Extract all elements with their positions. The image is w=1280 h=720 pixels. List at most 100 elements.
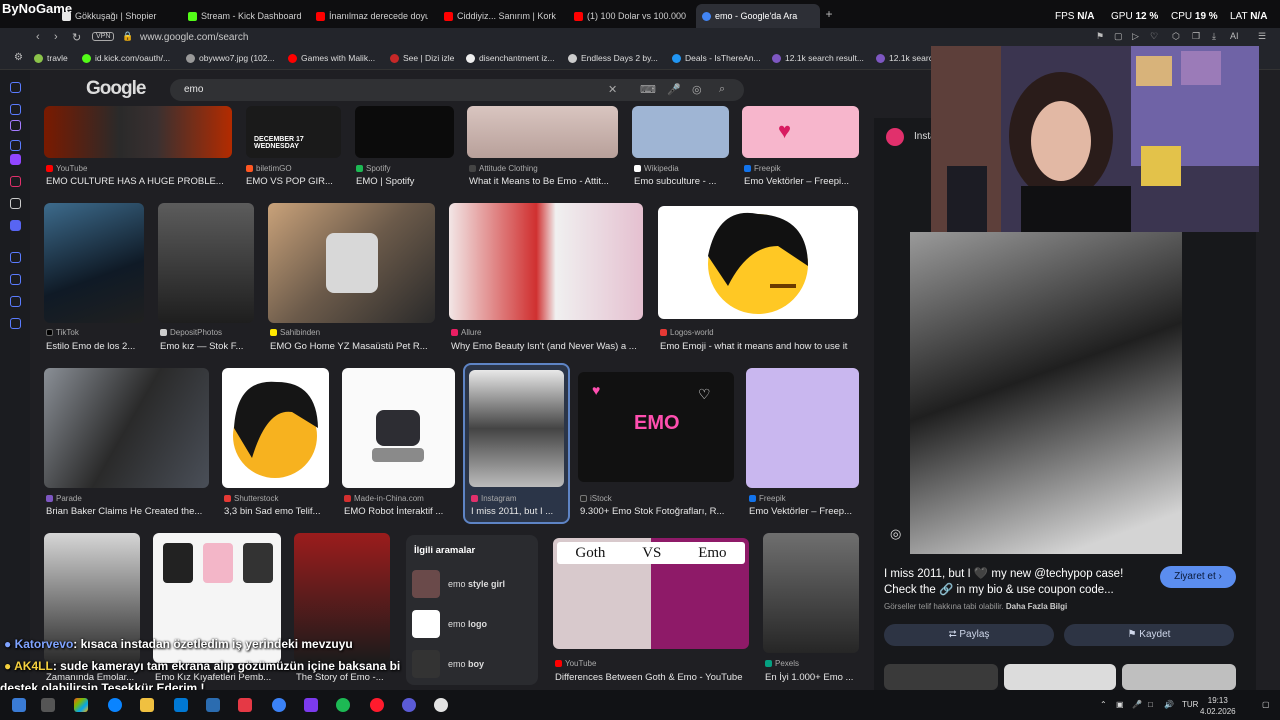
- result-image[interactable]: [746, 368, 859, 488]
- app-icon[interactable]: [304, 698, 318, 712]
- tray-chevron-icon[interactable]: ⌃: [1100, 700, 1107, 709]
- result-image[interactable]: [469, 370, 564, 487]
- download-icon[interactable]: ⤓: [1212, 31, 1216, 42]
- result-caption[interactable]: Emo Emoji - what it means and how to use…: [660, 341, 860, 352]
- result-image[interactable]: [44, 203, 144, 323]
- visit-button[interactable]: Ziyaret et ›: [1160, 566, 1236, 588]
- tab-youtube-2[interactable]: Ciddiyiz... Sanırım | Korku: [444, 6, 556, 26]
- menu-icon[interactable]: ☰: [1258, 31, 1266, 42]
- heart-icon[interactable]: ♡: [1150, 31, 1158, 42]
- related-image[interactable]: [1004, 664, 1116, 690]
- sidebar-play-icon[interactable]: [10, 274, 21, 285]
- result-image[interactable]: [342, 368, 455, 488]
- related-item[interactable]: emo style girl: [412, 569, 532, 599]
- related-item[interactable]: emo boy: [412, 649, 532, 679]
- sidebar-notes-icon[interactable]: [10, 140, 21, 151]
- result-image[interactable]: [268, 203, 435, 323]
- result-image[interactable]: DECEMBER 17 WEDNESDAY: [246, 106, 341, 158]
- discord-icon[interactable]: [10, 220, 21, 231]
- tray-volume-icon[interactable]: 🔊: [1164, 700, 1174, 709]
- url-field[interactable]: www.google.com/search: [140, 32, 248, 43]
- result-image[interactable]: [658, 206, 858, 319]
- tray-mic-icon[interactable]: 🎤: [1132, 700, 1142, 709]
- clear-icon[interactable]: ✕: [608, 83, 617, 96]
- tab-kick-dashboard[interactable]: Stream - Kick Dashboard: [188, 6, 306, 26]
- app-icon[interactable]: [272, 698, 286, 712]
- result-image[interactable]: ♥: [742, 106, 859, 158]
- forward-icon[interactable]: ›: [54, 31, 58, 43]
- bookmark-icon[interactable]: ⚑: [1096, 31, 1104, 42]
- result-caption[interactable]: I miss 2011, but I ...: [471, 506, 563, 517]
- copy-icon[interactable]: ❐: [1192, 31, 1200, 42]
- result-caption[interactable]: 3,3 bin Sad emo Telif...: [224, 506, 330, 517]
- result-caption[interactable]: Differences Between Goth & Emo - YouTube: [555, 672, 751, 683]
- file-explorer-icon[interactable]: [140, 698, 154, 712]
- related-image[interactable]: [1122, 664, 1236, 690]
- result-image[interactable]: Goth VS Emo: [553, 538, 749, 649]
- x-icon[interactable]: [10, 198, 21, 209]
- result-image[interactable]: [763, 533, 859, 653]
- task-view-icon[interactable]: [41, 698, 55, 712]
- bookmark-deals[interactable]: Deals - IsThereAn...: [672, 53, 761, 63]
- result-caption[interactable]: En İyi 1.000+ Emo ...: [765, 672, 859, 683]
- result-image[interactable]: [355, 106, 454, 158]
- bookmark-endless-days[interactable]: Endless Days 2 by...: [568, 53, 658, 63]
- google-logo[interactable]: Google: [86, 78, 146, 100]
- bookmark-image[interactable]: obywwo7.jpg (102...: [186, 53, 275, 63]
- screenshot-icon[interactable]: ▢: [1114, 31, 1123, 42]
- bookmark-disenchantment[interactable]: disenchantment iz...: [466, 53, 555, 63]
- store-icon[interactable]: [174, 698, 188, 712]
- result-image[interactable]: [158, 203, 254, 323]
- tab-google-search[interactable]: emo - Google'da Ara: [696, 4, 820, 28]
- result-caption[interactable]: EMO CULTURE HAS A HUGE PROBLE...: [46, 176, 230, 187]
- back-icon[interactable]: ‹: [36, 31, 40, 43]
- app-icon[interactable]: [206, 698, 220, 712]
- lens-icon[interactable]: ◎: [692, 83, 702, 96]
- result-image[interactable]: [44, 106, 232, 158]
- preview-title[interactable]: I miss 2011, but I 🖤 my new @techypop ca…: [884, 566, 1148, 598]
- sidebar-clock-icon[interactable]: [10, 252, 21, 263]
- sidebar-messenger-icon[interactable]: [10, 104, 21, 115]
- bookmark-kick-oauth[interactable]: id.kick.com/oauth/...: [82, 53, 170, 63]
- keyboard-icon[interactable]: ⌨: [640, 83, 656, 96]
- start-icon[interactable]: [12, 698, 26, 712]
- result-image[interactable]: EMO ♥ ♡: [578, 372, 734, 482]
- result-caption[interactable]: Brian Baker Claims He Created the...: [46, 506, 210, 517]
- result-caption[interactable]: What it Means to Be Emo - Attit...: [469, 176, 617, 187]
- sidebar-whatsapp-icon[interactable]: [10, 120, 21, 131]
- spotify-icon[interactable]: [336, 698, 350, 712]
- result-caption[interactable]: Why Emo Beauty Isn't (and Never Was) a .…: [451, 341, 643, 352]
- result-caption[interactable]: Emo Vektörler – Freepi...: [744, 176, 858, 187]
- result-caption[interactable]: Emo Vektörler – Freep...: [749, 506, 859, 517]
- sidebar-box-icon[interactable]: [10, 296, 21, 307]
- result-caption[interactable]: Emo subculture - ...: [634, 176, 728, 187]
- bookmark-travle[interactable]: travle: [34, 53, 68, 63]
- ai-icon[interactable]: AI: [1230, 31, 1239, 41]
- sidebar-settings-icon[interactable]: [10, 318, 21, 329]
- sidebar-home-icon[interactable]: [10, 82, 21, 93]
- settings-icon[interactable]: ⚙: [14, 52, 23, 63]
- tab-youtube-1[interactable]: İnanılmaz derecede doyur: [316, 6, 428, 26]
- taskbar-clock[interactable]: 19:13 4.02.2026: [1200, 695, 1236, 717]
- save-button[interactable]: ⚑ Kaydet: [1064, 624, 1234, 646]
- result-caption[interactable]: EMO Go Home YZ Masaüstü Pet R...: [270, 341, 436, 352]
- bookmark-dizi[interactable]: See | Dizi izle: [390, 53, 454, 63]
- result-caption[interactable]: The Story of Emo -...: [296, 672, 390, 683]
- result-caption[interactable]: 9.300+ Emo Stok Fotoğrafları, R...: [580, 506, 734, 517]
- result-caption[interactable]: Estilo Emo de los 2...: [46, 341, 144, 352]
- mic-icon[interactable]: 🎤: [667, 83, 681, 96]
- search-box[interactable]: emo ✕ ⌨ 🎤 ◎ ⌕: [170, 79, 744, 101]
- play-icon[interactable]: ▷: [1132, 31, 1139, 42]
- edge-icon[interactable]: [108, 698, 122, 712]
- vpn-badge[interactable]: VPN: [92, 32, 115, 41]
- instagram-icon[interactable]: [10, 176, 21, 187]
- bookmark-search-results-2[interactable]: 12.1k search: [876, 53, 938, 63]
- related-image[interactable]: [884, 664, 998, 690]
- result-image[interactable]: [632, 106, 729, 158]
- tray-wifi-icon[interactable]: □: [1148, 700, 1153, 709]
- share-button[interactable]: ⮂ Paylaş: [884, 624, 1054, 646]
- bookmark-games[interactable]: Games with Malik...: [288, 53, 375, 63]
- result-caption[interactable]: Emo kız — Stok F...: [160, 341, 254, 352]
- result-caption[interactable]: EMO | Spotify: [356, 176, 452, 187]
- opera-icon[interactable]: [370, 698, 384, 712]
